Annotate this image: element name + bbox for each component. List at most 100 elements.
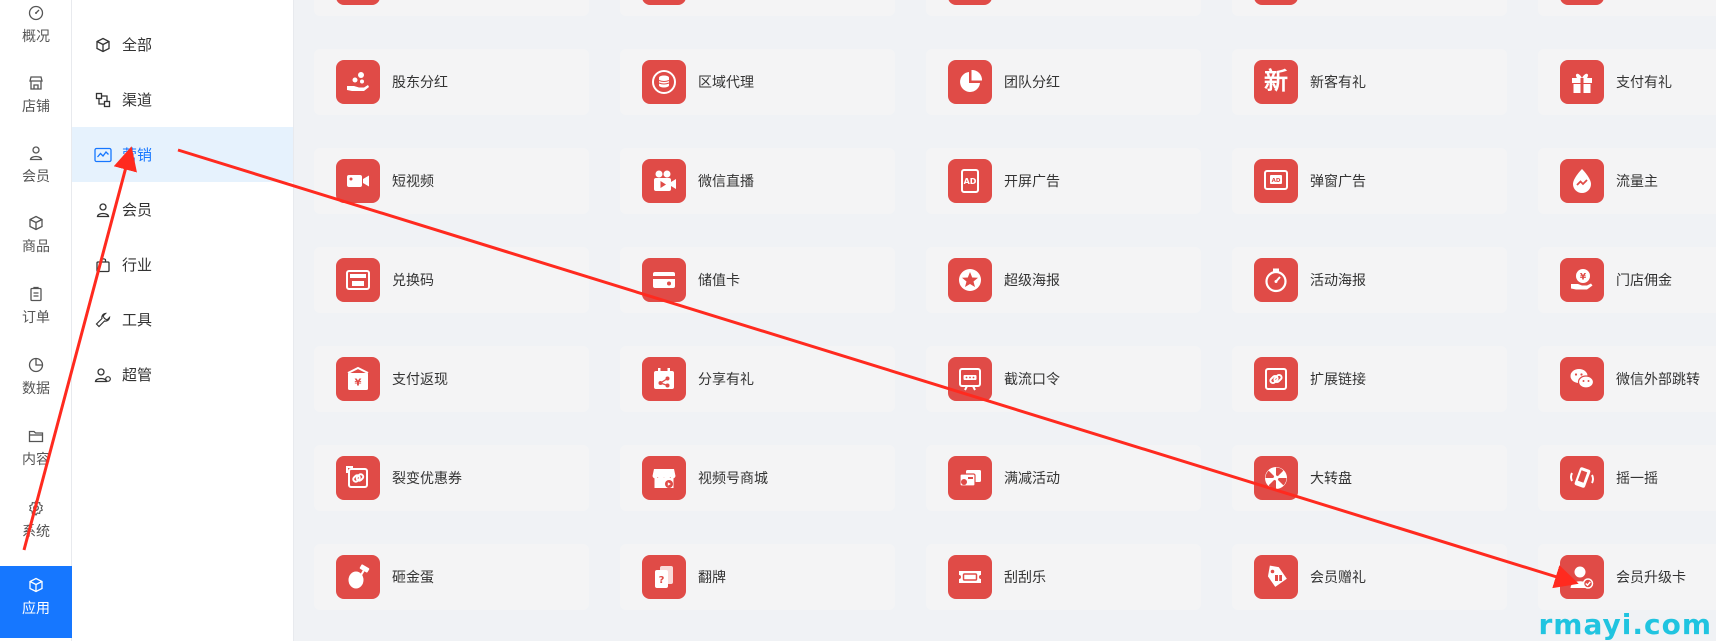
app-card-label: 活动海报 [1310,272,1366,288]
submenu-item-label: 渠道 [122,92,153,109]
app-card-redeem-code[interactable]: 兑换码 [314,247,589,313]
submenu-item-label: 营销 [122,147,153,164]
app-card-popup-ad[interactable]: AD 弹窗广告 [1232,148,1507,214]
app-card-extend-link[interactable]: 扩展链接 [1232,346,1507,412]
submenu-item-tools[interactable]: 工具 [72,292,293,347]
shake-phone-icon [1560,456,1604,500]
app-card-share-gift[interactable]: 分享有礼 [620,346,895,412]
channel-icon [94,91,112,109]
submenu-item-label: 全部 [122,37,153,54]
submenu-item-industry[interactable]: 行业 [72,237,293,292]
app-card-intercept-password[interactable]: 截流口令 [926,346,1201,412]
coupon-link-icon [336,456,380,500]
rail-item-overview[interactable]: 概况 [0,0,72,66]
app-card-member-gift[interactable]: 会员赠礼 [1232,544,1507,610]
popup-ad-icon: AD [1254,159,1298,203]
clipboard-icon [27,285,45,303]
app-card-partial[interactable] [1538,0,1716,16]
submenu-item-admin[interactable]: 超管 [72,347,293,402]
app-card-label: 门店佣金 [1616,272,1672,288]
member-upgrade-icon [1560,555,1604,599]
app-card-shake[interactable]: 摇一摇 [1538,445,1716,511]
app-card-team-dividend[interactable]: 团队分红 [926,49,1201,115]
app-card-partial[interactable] [926,0,1201,16]
app-grid-area: 股东分红 区域代理 团队分红 新 新客有礼 支付有礼 短视频 微信直播 AD 开… [314,0,1716,641]
submenu-item-label: 超管 [122,367,153,384]
app-card-channels-mall[interactable]: 视频号商城 [620,445,895,511]
app-card-label: 满减活动 [1004,470,1060,486]
video-camera-icon [336,159,380,203]
ad-screen-icon: AD [948,159,992,203]
app-card-payment-gift[interactable]: 支付有礼 [1538,49,1716,115]
rail-item-label: 店铺 [22,98,50,114]
app-card-short-video[interactable]: 短视频 [314,148,589,214]
rail-item-label: 商品 [22,238,50,254]
discount-card-icon [948,456,992,500]
rail-item-order[interactable]: 订单 [0,281,72,347]
app-card-label: 股东分红 [392,74,448,90]
app-card-big-wheel[interactable]: 大转盘 [1232,445,1507,511]
stopwatch-icon [1254,258,1298,302]
app-tile [1254,0,1298,5]
submenu-item-all[interactable]: 全部 [72,17,293,72]
app-card-label: 翻牌 [698,569,726,585]
app-card-fission-coupon[interactable]: 裂变优惠券 [314,445,589,511]
submenu-item-marketing[interactable]: 营销 [72,127,293,182]
region-coin-icon [642,60,686,104]
app-card-super-poster[interactable]: 超级海报 [926,247,1201,313]
live-camera-icon [642,159,686,203]
dashboard-icon [27,4,45,22]
bag-icon [94,256,112,274]
app-card-flip-card[interactable]: ? 翻牌 [620,544,895,610]
rail-item-system[interactable]: 系统 [0,495,72,561]
app-card-label: 摇一摇 [1616,470,1658,486]
app-card-label: 分享有礼 [698,371,754,387]
app-card-traffic-master[interactable]: 流量主 [1538,148,1716,214]
app-card-discount-event[interactable]: 满减活动 [926,445,1201,511]
folder-icon [27,427,45,445]
app-card-partial[interactable] [620,0,895,16]
rail-item-store[interactable]: 店铺 [0,70,72,136]
password-screen-icon [948,357,992,401]
new-char-icon: 新 [1254,60,1298,104]
app-card-splash-ad[interactable]: AD 开屏广告 [926,148,1201,214]
svg-text:AD: AD [964,177,977,186]
app-card-label: 超级海报 [1004,272,1060,288]
app-card-scratch-card[interactable]: 刮刮乐 [926,544,1201,610]
rail-item-content[interactable]: 内容 [0,423,72,489]
app-grid: 股东分红 区域代理 团队分红 新 新客有礼 支付有礼 短视频 微信直播 AD 开… [314,0,1716,610]
admin-user-icon [94,366,112,384]
app-card-wechat-live[interactable]: 微信直播 [620,148,895,214]
gift-icon [1560,60,1604,104]
submenu-item-label: 行业 [122,257,153,274]
rail-item-data[interactable]: 数据 [0,352,72,418]
app-card-partial[interactable] [1232,0,1507,16]
app-card-label: 会员升级卡 [1616,569,1686,585]
app-card-new-customer-gift[interactable]: 新 新客有礼 [1232,49,1507,115]
rail-item-member[interactable]: 会员 [0,140,72,206]
svg-text:?: ? [659,575,665,586]
cube-icon [27,576,45,594]
app-card-event-poster[interactable]: 活动海报 [1232,247,1507,313]
rail-item-apps[interactable]: 应用 [0,566,72,638]
app-card-dividend[interactable]: 股东分红 [314,49,589,115]
app-card-partial[interactable] [314,0,589,16]
app-card-region-agent[interactable]: 区域代理 [620,49,895,115]
app-card-member-upgrade-card[interactable]: 会员升级卡 [1538,544,1716,610]
app-card-label: 微信外部跳转 [1616,371,1700,387]
app-card-label: 微信直播 [698,173,754,189]
submenu-item-channel[interactable]: 渠道 [72,72,293,127]
app-card-golden-egg[interactable]: 砸金蛋 [314,544,589,610]
app-card-wechat-external-jump[interactable]: 微信外部跳转 [1538,346,1716,412]
rail-item-product[interactable]: 商品 [0,210,72,276]
app-card-stored-value-card[interactable]: 储值卡 [620,247,895,313]
app-card-store-commission[interactable]: ¥ 门店佣金 [1538,247,1716,313]
app-card-label: 刮刮乐 [1004,569,1046,585]
wheel-icon [1254,456,1298,500]
app-card-payment-cashback[interactable]: ¥ 支付返现 [314,346,589,412]
rail-item-label: 系统 [22,523,50,539]
app-card-label: 流量主 [1616,173,1658,189]
pie-icon [948,60,992,104]
submenu-item-label: 工具 [122,312,153,329]
submenu-item-member[interactable]: 会员 [72,182,293,237]
